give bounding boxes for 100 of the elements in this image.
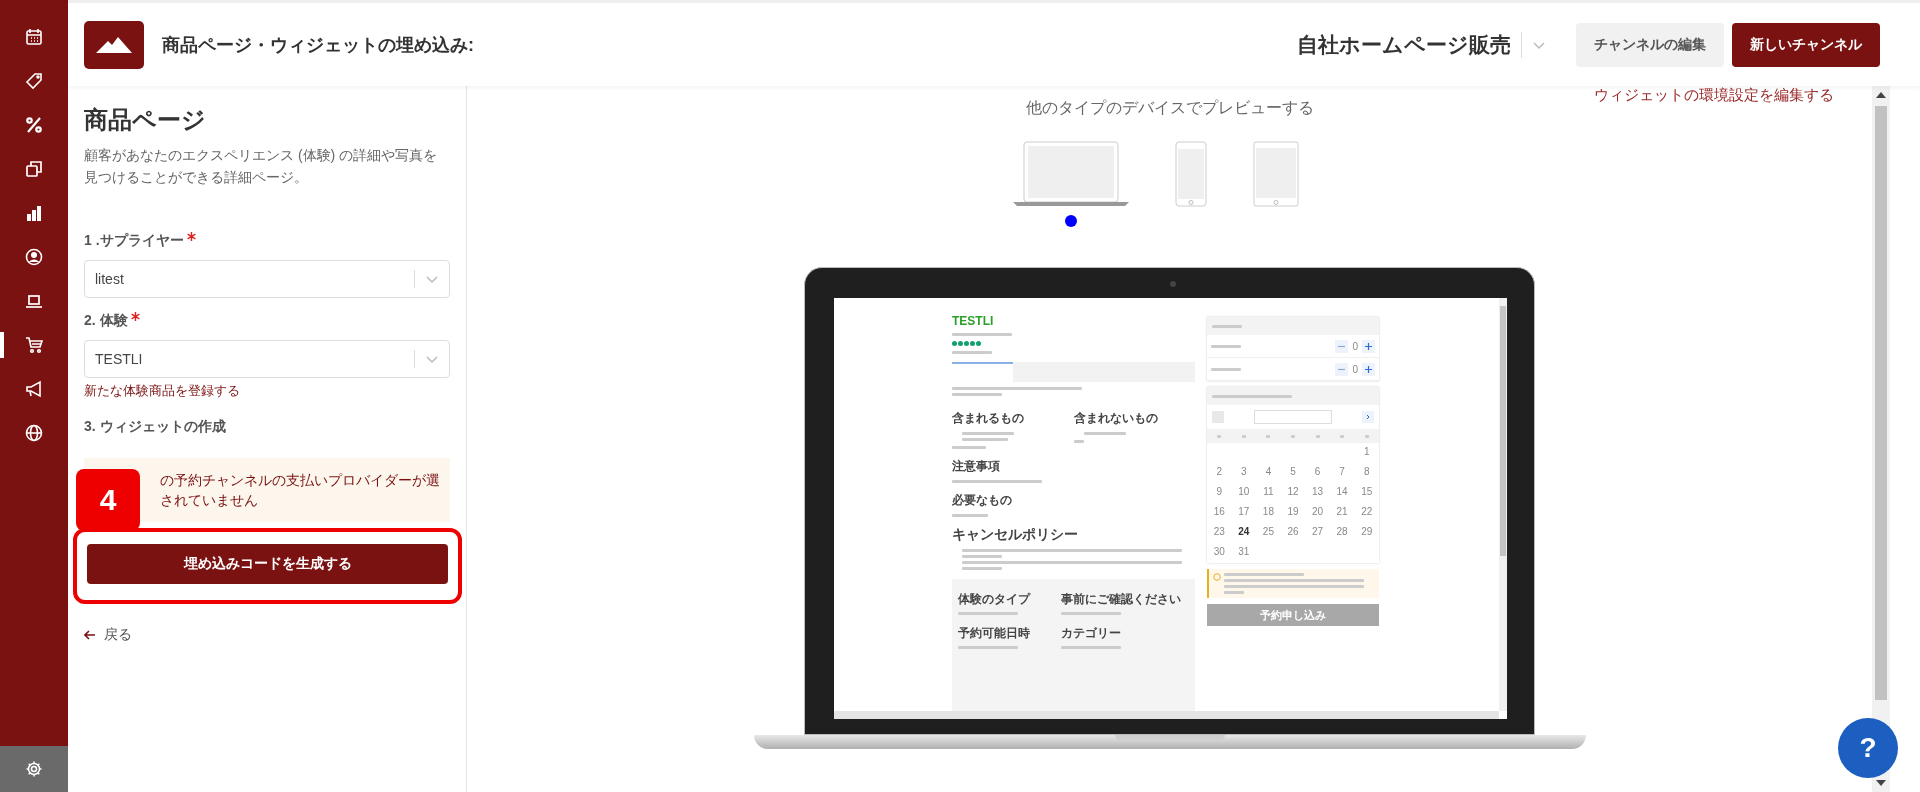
calendar-day[interactable]: 18 [1262, 506, 1274, 517]
calendar-day[interactable]: 26 [1287, 526, 1299, 537]
register-link[interactable]: 新たな体験商品を登録する [84, 382, 450, 400]
select-field[interactable]: TESTLI [84, 340, 450, 378]
calendar-day[interactable]: 11 [1263, 486, 1274, 497]
blurred-text [962, 438, 1008, 441]
vertical-scrollbar[interactable] [1499, 298, 1507, 711]
laptop-icon[interactable] [25, 292, 43, 310]
calendar-day[interactable]: 31 [1238, 546, 1250, 557]
section-heading: キャンセルポリシー [952, 526, 1079, 544]
calendar-day[interactable]: 4 [1265, 466, 1272, 477]
calendar-day[interactable]: 28 [1336, 526, 1348, 537]
info-heading: 事前にご確認ください [1061, 591, 1182, 608]
step-badge: 4 [76, 469, 140, 531]
calendar-day[interactable]: 7 [1339, 466, 1345, 477]
blurred-text [1211, 344, 1241, 348]
field-label: 2. 体験 [84, 312, 128, 330]
product-title: TESTLI [952, 314, 995, 328]
globe-icon[interactable] [25, 424, 43, 442]
section-heading: 必要なもの [952, 492, 1013, 509]
calendar-day[interactable]: 9 [1216, 486, 1223, 497]
step-heading: 3. ウィジェットの作成 [84, 418, 227, 436]
blurred-text [1212, 324, 1242, 328]
blurred-text [1364, 434, 1369, 438]
bar-chart-icon[interactable] [25, 204, 43, 222]
calendar-day[interactable]: 5 [1290, 466, 1296, 477]
calendar-day[interactable]: 13 [1312, 486, 1324, 497]
scroll-down-icon[interactable] [1876, 780, 1886, 786]
arrow-left-icon[interactable] [84, 630, 96, 640]
blurred-text [962, 555, 1002, 558]
preview-title: 他のタイプのデバイスでプレビューする [1025, 98, 1314, 118]
blurred-text [952, 446, 986, 449]
calendar-day[interactable]: 8 [1363, 466, 1370, 477]
user-icon[interactable] [25, 248, 43, 266]
calendar-day[interactable]: 29 [1361, 526, 1373, 537]
new-channel-button[interactable]: 新しいチャンネル [1732, 22, 1880, 67]
blurred-text [1291, 434, 1295, 438]
scroll-up-icon[interactable] [1876, 92, 1886, 98]
calendar-icon[interactable] [25, 28, 43, 46]
info-heading: 体験のタイプ [958, 591, 1032, 608]
calendar-day[interactable]: 27 [1312, 526, 1324, 537]
back-link[interactable]: 戻る [104, 626, 132, 644]
horizontal-scrollbar[interactable] [834, 711, 1499, 719]
calendar-day[interactable]: 6 [1314, 466, 1321, 477]
section-heading: 含まれないもの [1073, 410, 1159, 427]
percent-icon[interactable] [25, 116, 43, 134]
plus-button[interactable] [1362, 339, 1375, 353]
blurred-text [952, 393, 1002, 396]
guest-count: 0 [1352, 363, 1358, 375]
calendar-day[interactable]: 12 [1287, 486, 1299, 497]
next-month-button[interactable] [1362, 411, 1374, 423]
calendar-day[interactable]: 30 [1213, 546, 1225, 557]
edit-channel-button[interactable]: チャンネルの編集 [1576, 22, 1724, 67]
calendar-day[interactable]: 23 [1213, 526, 1225, 537]
calendar-day[interactable]: 21 [1336, 506, 1348, 517]
blurred-text [958, 612, 1018, 615]
calendar-day[interactable]: 14 [1336, 486, 1348, 497]
calendar-day[interactable]: 2 [1216, 466, 1223, 477]
calendar-day[interactable]: 22 [1361, 506, 1373, 517]
field-label: 1 .サプライヤー [84, 232, 184, 250]
calendar-day[interactable]: 25 [1262, 526, 1274, 537]
copy-icon[interactable] [25, 160, 43, 178]
calendar-day[interactable]: 19 [1287, 506, 1299, 517]
tag-icon[interactable] [25, 72, 43, 90]
info-heading: 予約可能日時 [958, 625, 1031, 642]
megaphone-icon[interactable] [25, 380, 43, 398]
blurred-text [962, 567, 1002, 570]
guest-count: 0 [1352, 340, 1358, 352]
calendar-day[interactable]: 20 [1312, 506, 1324, 517]
calendar-day[interactable]: 1 [1363, 446, 1370, 457]
section-heading: 含まれるもの [952, 410, 1025, 427]
calendar-day[interactable]: 16 [1213, 506, 1225, 517]
generate-code-button[interactable]: 埋め込みコードを生成する [87, 544, 448, 584]
calendar-day[interactable]: 3 [1241, 466, 1247, 477]
settings-icon[interactable] [25, 760, 43, 778]
help-button[interactable]: ? [1838, 718, 1898, 778]
blurred-text [1061, 612, 1121, 615]
blurred-text [1083, 432, 1126, 435]
blurred-text [952, 514, 988, 517]
cart-icon[interactable] [25, 336, 43, 354]
book-button[interactable]: 予約申し込み [1207, 604, 1379, 626]
blurred-text [1241, 434, 1246, 438]
blurred-text [1061, 646, 1121, 649]
calendar-day[interactable]: 15 [1361, 486, 1373, 497]
warning-icon [1213, 573, 1221, 581]
calendar-day[interactable]: 17 [1238, 506, 1250, 517]
blurred-text [1217, 434, 1222, 438]
blurred-text [952, 351, 992, 354]
calendar-day[interactable]: 10 [1238, 486, 1250, 497]
blurred-text [1224, 591, 1244, 594]
panel-title: 商品ページ [84, 105, 207, 135]
blurred-text [1315, 434, 1320, 438]
calendar-day[interactable]: 24 [1238, 526, 1250, 537]
blurred-text [962, 432, 1014, 435]
page-title: 商品ページ・ウィジェットの埋め込み: [162, 33, 474, 57]
widget-settings-link[interactable]: ウィジェットの環境設定を編集する [1594, 86, 1834, 119]
blurred-text [952, 333, 1012, 336]
select-field[interactable]: litest [84, 260, 450, 298]
panel-description: 顧客があなたのエクスペリエンス (体験) の詳細や写真を見つけることができる詳細ページ。 [84, 146, 439, 187]
plus-button[interactable] [1362, 362, 1375, 376]
